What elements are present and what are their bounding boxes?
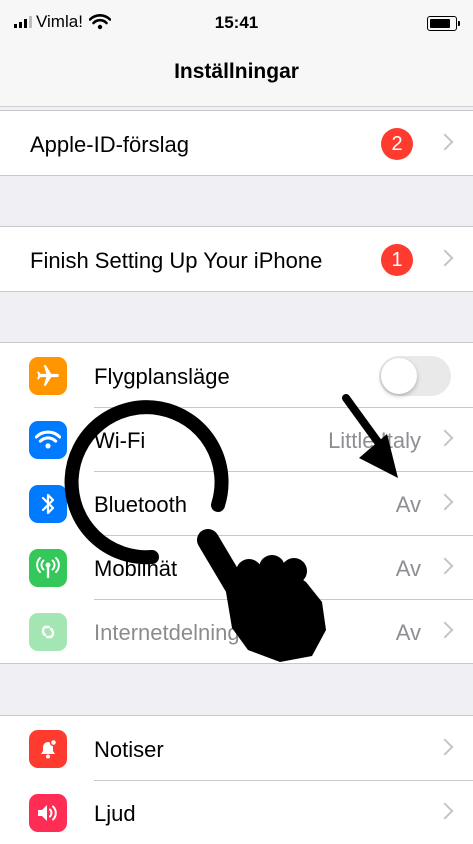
- row-label: Internetdelning: [94, 620, 240, 645]
- row-label: Mobilnät: [94, 556, 178, 581]
- battery-icon: [427, 16, 460, 31]
- chevron-right-icon: [436, 621, 454, 639]
- bluetooth-row[interactable]: Bluetooth Av: [0, 471, 473, 535]
- row-label: Wi-Fi: [94, 428, 146, 453]
- page-title: Inställningar: [174, 60, 299, 83]
- speaker-icon: [29, 794, 67, 832]
- bluetooth-icon: [29, 485, 67, 523]
- cellular-row[interactable]: Mobilnät Av: [0, 535, 473, 599]
- row-value: Av: [395, 556, 421, 581]
- row-value: Av: [395, 620, 421, 645]
- row-label: Ljud: [94, 801, 136, 826]
- row-label: Notiser: [94, 737, 164, 762]
- notifications-row[interactable]: Notiser: [0, 716, 473, 780]
- setup-group: Finish Setting Up Your iPhone 1: [0, 226, 473, 292]
- status-bar: Vimla! 15:41: [0, 0, 473, 44]
- notification-badge: 2: [381, 128, 413, 160]
- airplane-mode-toggle[interactable]: [379, 356, 451, 396]
- suggestions-group: Apple-ID-förslag 2: [0, 110, 473, 176]
- airplane-mode-row[interactable]: Flygplansläge: [0, 343, 473, 407]
- row-label: Bluetooth: [94, 492, 187, 517]
- connectivity-group: Flygplansläge Wi-Fi Little Italy Bluetoo…: [0, 342, 473, 664]
- chevron-right-icon: [436, 133, 454, 151]
- apple-id-suggestions-row[interactable]: Apple-ID-förslag 2: [0, 111, 473, 175]
- antenna-icon: [29, 549, 67, 587]
- hotspot-icon: [29, 613, 67, 651]
- chevron-right-icon: [436, 738, 454, 756]
- chevron-right-icon: [436, 249, 454, 267]
- finish-setup-row[interactable]: Finish Setting Up Your iPhone 1: [0, 227, 473, 291]
- row-label: Finish Setting Up Your iPhone: [30, 248, 323, 273]
- wifi-icon: [29, 421, 67, 459]
- sounds-row[interactable]: Ljud: [0, 780, 473, 844]
- personal-hotspot-row[interactable]: Internetdelning Av: [0, 599, 473, 663]
- wifi-row[interactable]: Wi-Fi Little Italy: [0, 407, 473, 471]
- row-value: Av: [395, 492, 421, 517]
- chevron-right-icon: [436, 493, 454, 511]
- chevron-right-icon: [436, 429, 454, 447]
- airplane-icon: [29, 357, 67, 395]
- notifications-group: Notiser Ljud: [0, 715, 473, 844]
- navigation-bar: Inställningar: [0, 44, 473, 107]
- row-label: Apple-ID-förslag: [30, 132, 189, 157]
- row-label: Flygplansläge: [94, 364, 230, 389]
- chevron-right-icon: [436, 557, 454, 575]
- chevron-right-icon: [436, 802, 454, 820]
- row-value: Little Italy: [328, 428, 421, 453]
- notification-badge: 1: [381, 244, 413, 276]
- bell-icon: [29, 730, 67, 768]
- status-time: 15:41: [214, 13, 259, 32]
